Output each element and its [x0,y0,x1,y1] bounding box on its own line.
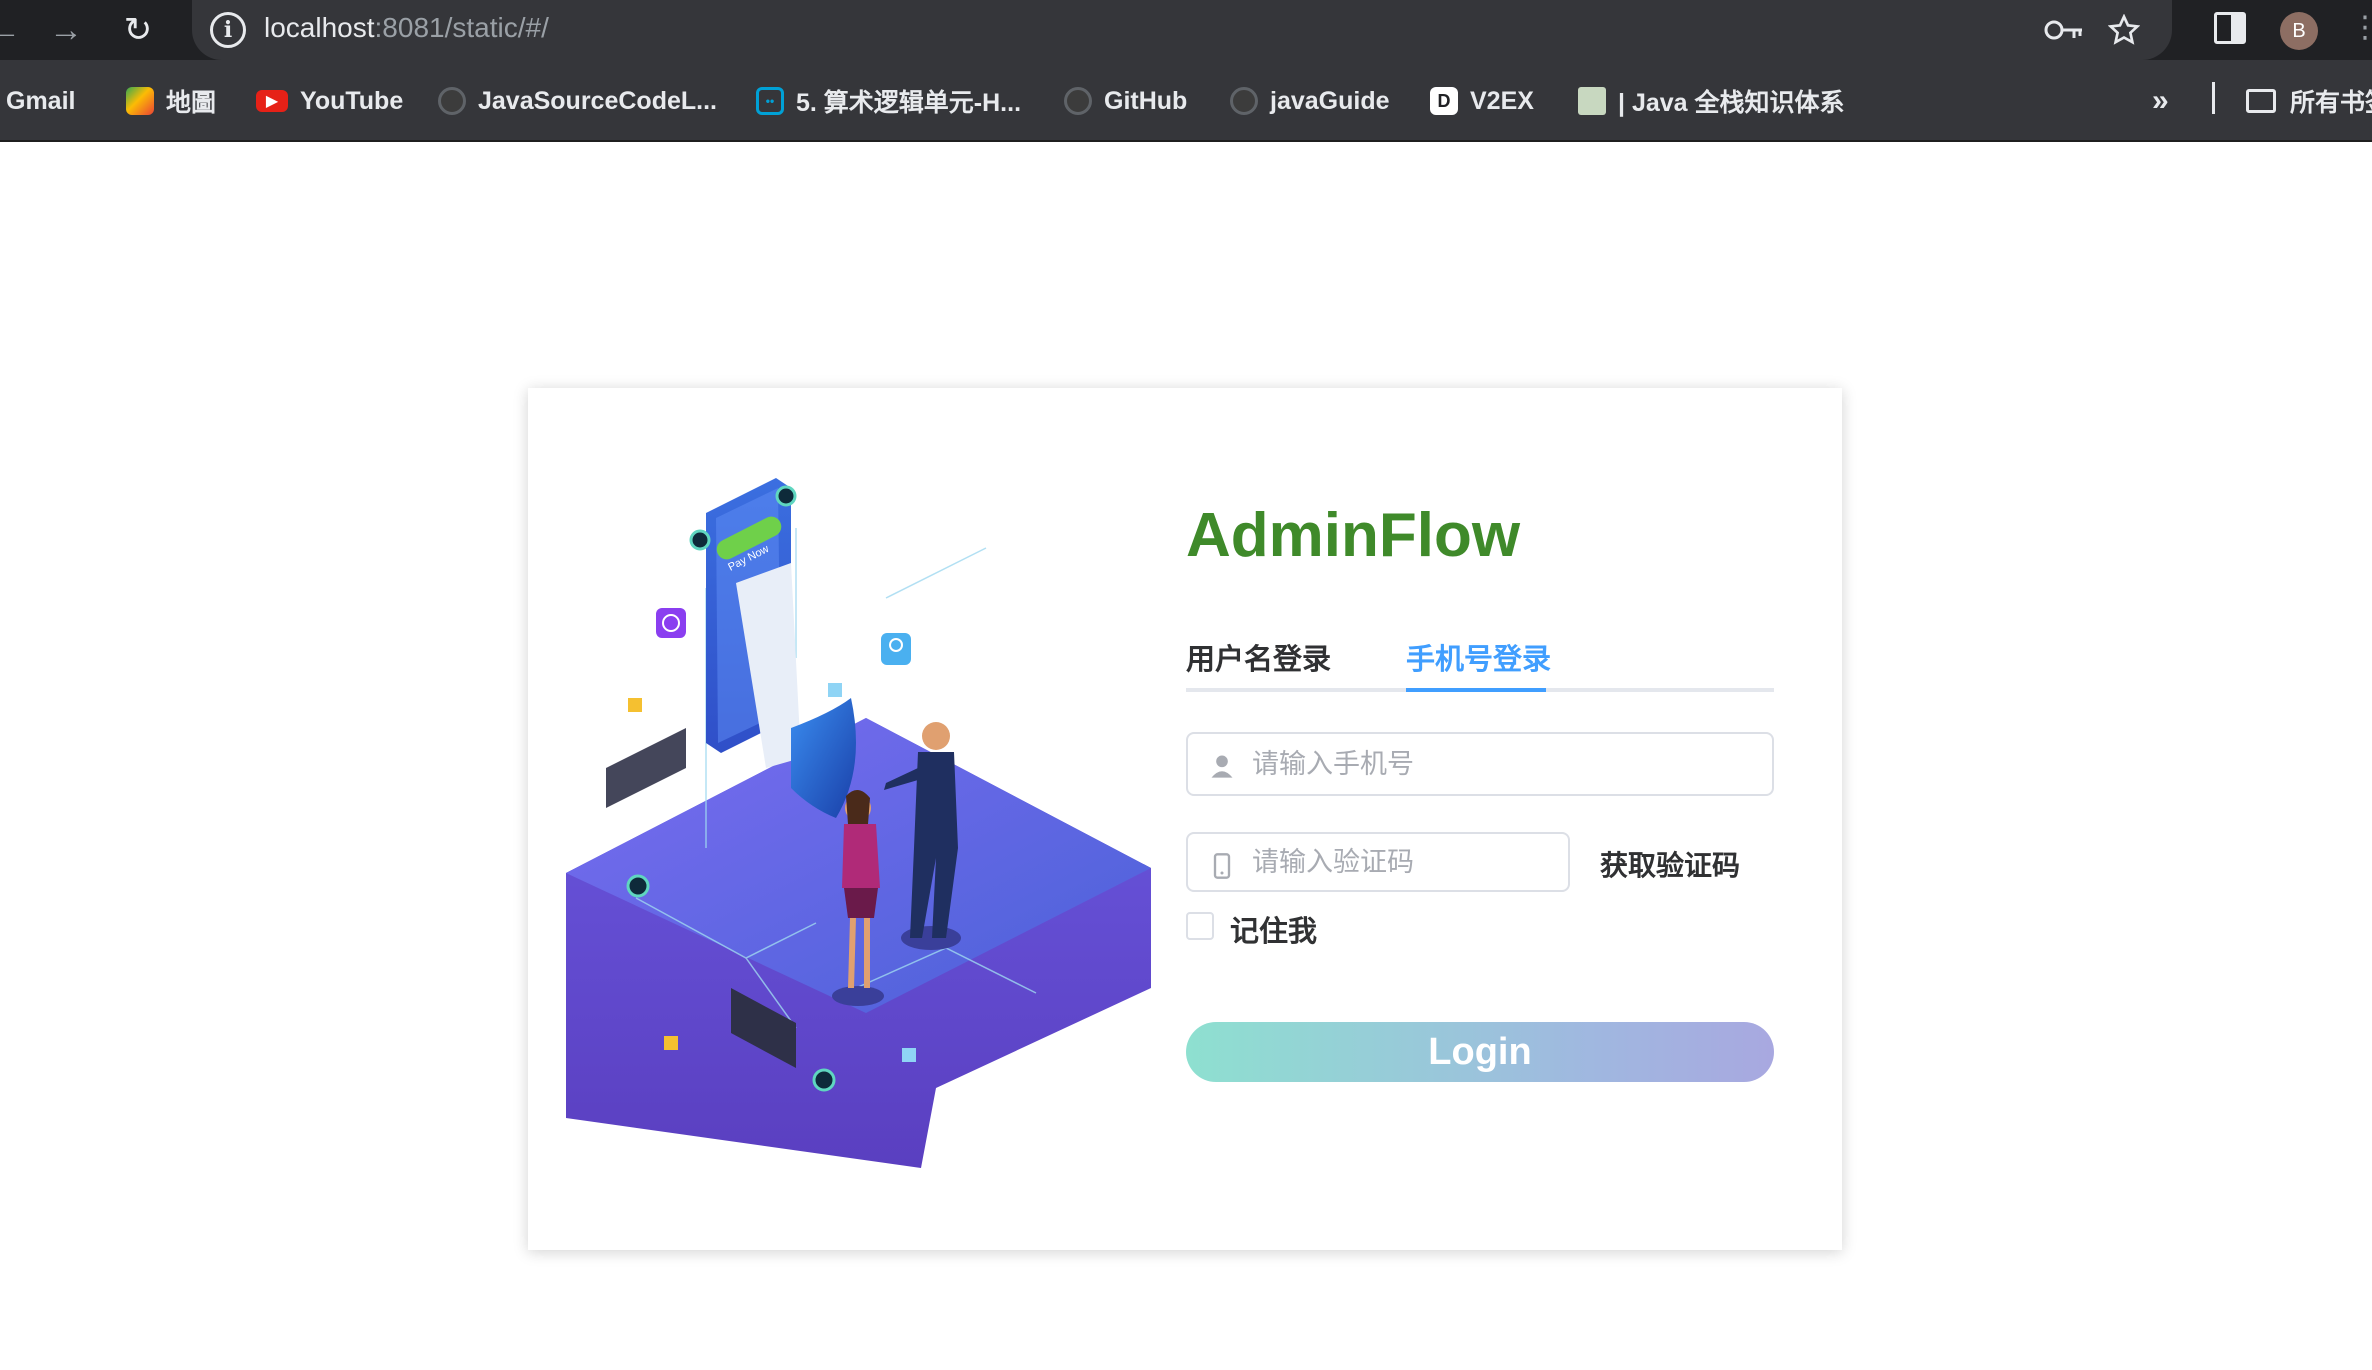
bookmark-label: 地圖 [166,89,217,117]
security-payment-illustration: Pay Now [566,478,1151,1168]
github-icon [438,87,466,115]
info-glyph: i [223,17,233,43]
node-dot [689,529,711,551]
code-panel [606,728,686,808]
address-bar[interactable]: i localhost:8081/static/#/ [192,0,2172,60]
bookmark-javasourcecode[interactable]: JavaSourceCodeL... [438,84,717,118]
back-arrow-icon: ← [0,10,21,49]
url-text[interactable]: localhost:8081/static/#/ [264,12,549,44]
bookmark-all-folder[interactable]: 所有书签 [2246,84,2372,118]
reload-button[interactable]: ↻ [114,6,162,54]
github-icon [1230,87,1258,115]
cube-icon [628,698,642,712]
reload-icon: ↻ [123,11,153,49]
browser-menu-icon[interactable]: ⋮ [2350,10,2372,45]
v2ex-icon: D [1430,87,1458,115]
bookmarks-overflow-button[interactable]: » [2152,84,2169,118]
back-button[interactable]: ← [0,6,28,54]
bookmark-github[interactable]: GitHub [1064,84,1187,118]
bookmark-java-stack[interactable]: | Java 全栈知识体系 [1578,84,1845,118]
maps-icon [126,87,154,115]
bookmark-label: JavaSourceCodeL... [478,86,717,115]
forward-button[interactable]: → [42,6,90,54]
bookmark-bilibili[interactable]: •• 5. 算术逻辑单元-H... [756,84,1021,118]
bookmark-label: | Java 全栈知识体系 [1618,89,1845,117]
tab-phone-login[interactable]: 手机号登录 [1406,636,1551,692]
cube-icon [664,1036,678,1050]
login-button[interactable]: Login [1186,1022,1774,1082]
node-dot [775,485,797,507]
gear-app-icon [656,608,686,638]
tab-username-login[interactable]: 用户名登录 [1186,636,1331,692]
get-code-button[interactable]: 获取验证码 [1600,844,1740,884]
bookmark-label: GitHub [1104,86,1188,115]
forward-arrow-icon: → [49,10,83,49]
side-panel-icon[interactable] [2214,12,2246,44]
verification-code-field[interactable] [1186,832,1570,892]
bookmarks-divider [2212,82,2215,114]
java-site-icon [1578,87,1606,115]
bookmark-javaguide[interactable]: javaGuide [1230,84,1390,118]
phone-input[interactable] [1252,734,1756,794]
overflow-chevron-icon: » [2152,84,2169,117]
bookmark-label: V2EX [1470,86,1534,115]
login-card: Pay Now AdminFlow 用户名登录 手机号登录 请输入手机号 请输入… [528,388,1842,1250]
bookmark-maps[interactable]: 地圖 [126,84,216,118]
bookmark-v2ex[interactable]: D V2EX [1430,84,1534,118]
url-path: :8081/static/#/ [374,12,549,43]
bookmark-label: Gmail [6,86,76,115]
profile-avatar[interactable]: B [2280,12,2318,50]
folder-icon [2246,89,2276,113]
phone-field[interactable] [1186,732,1774,796]
login-tabs: 用户名登录 手机号登录 [1186,636,1774,692]
site-info-icon[interactable]: i [210,12,246,48]
remember-me-checkbox[interactable] [1186,912,1214,940]
bookmark-star-icon[interactable] [2102,10,2146,50]
bookmark-label: 所有书签 [2290,89,2372,117]
url-host: localhost [264,12,375,43]
cube-icon [902,1048,916,1062]
cube-icon [828,683,842,697]
node-dot [626,874,650,898]
active-tab-indicator [1406,688,1546,692]
browser-toolbar: ← → ↻ i localhost:8081/static/#/ B ⋮ [0,0,2372,60]
github-icon [1064,87,1092,115]
app-title: AdminFlow [1186,501,1521,570]
remember-me-label[interactable]: 记住我 [1230,908,1317,950]
bookmark-gmail[interactable]: Gmail [0,84,75,118]
bookmark-label: 5. 算术逻辑单元-H... [796,89,1022,117]
bookmarks-bar: Gmail 地圖 ▶ YouTube JavaSourceCodeL... ••… [0,60,2372,142]
phone-device-icon [1213,853,1231,879]
bookmark-label: YouTube [300,86,404,115]
password-key-icon[interactable] [2042,10,2086,50]
bookmark-youtube[interactable]: ▶ YouTube [256,84,403,118]
avatar-letter: B [2292,19,2306,42]
node-dot [812,1068,836,1092]
verification-code-input[interactable] [1252,834,1552,890]
youtube-icon: ▶ [256,90,288,112]
bilibili-icon: •• [756,87,784,115]
user-app-icon [881,633,911,665]
bookmark-label: javaGuide [1270,86,1390,115]
user-icon [1211,755,1233,778]
